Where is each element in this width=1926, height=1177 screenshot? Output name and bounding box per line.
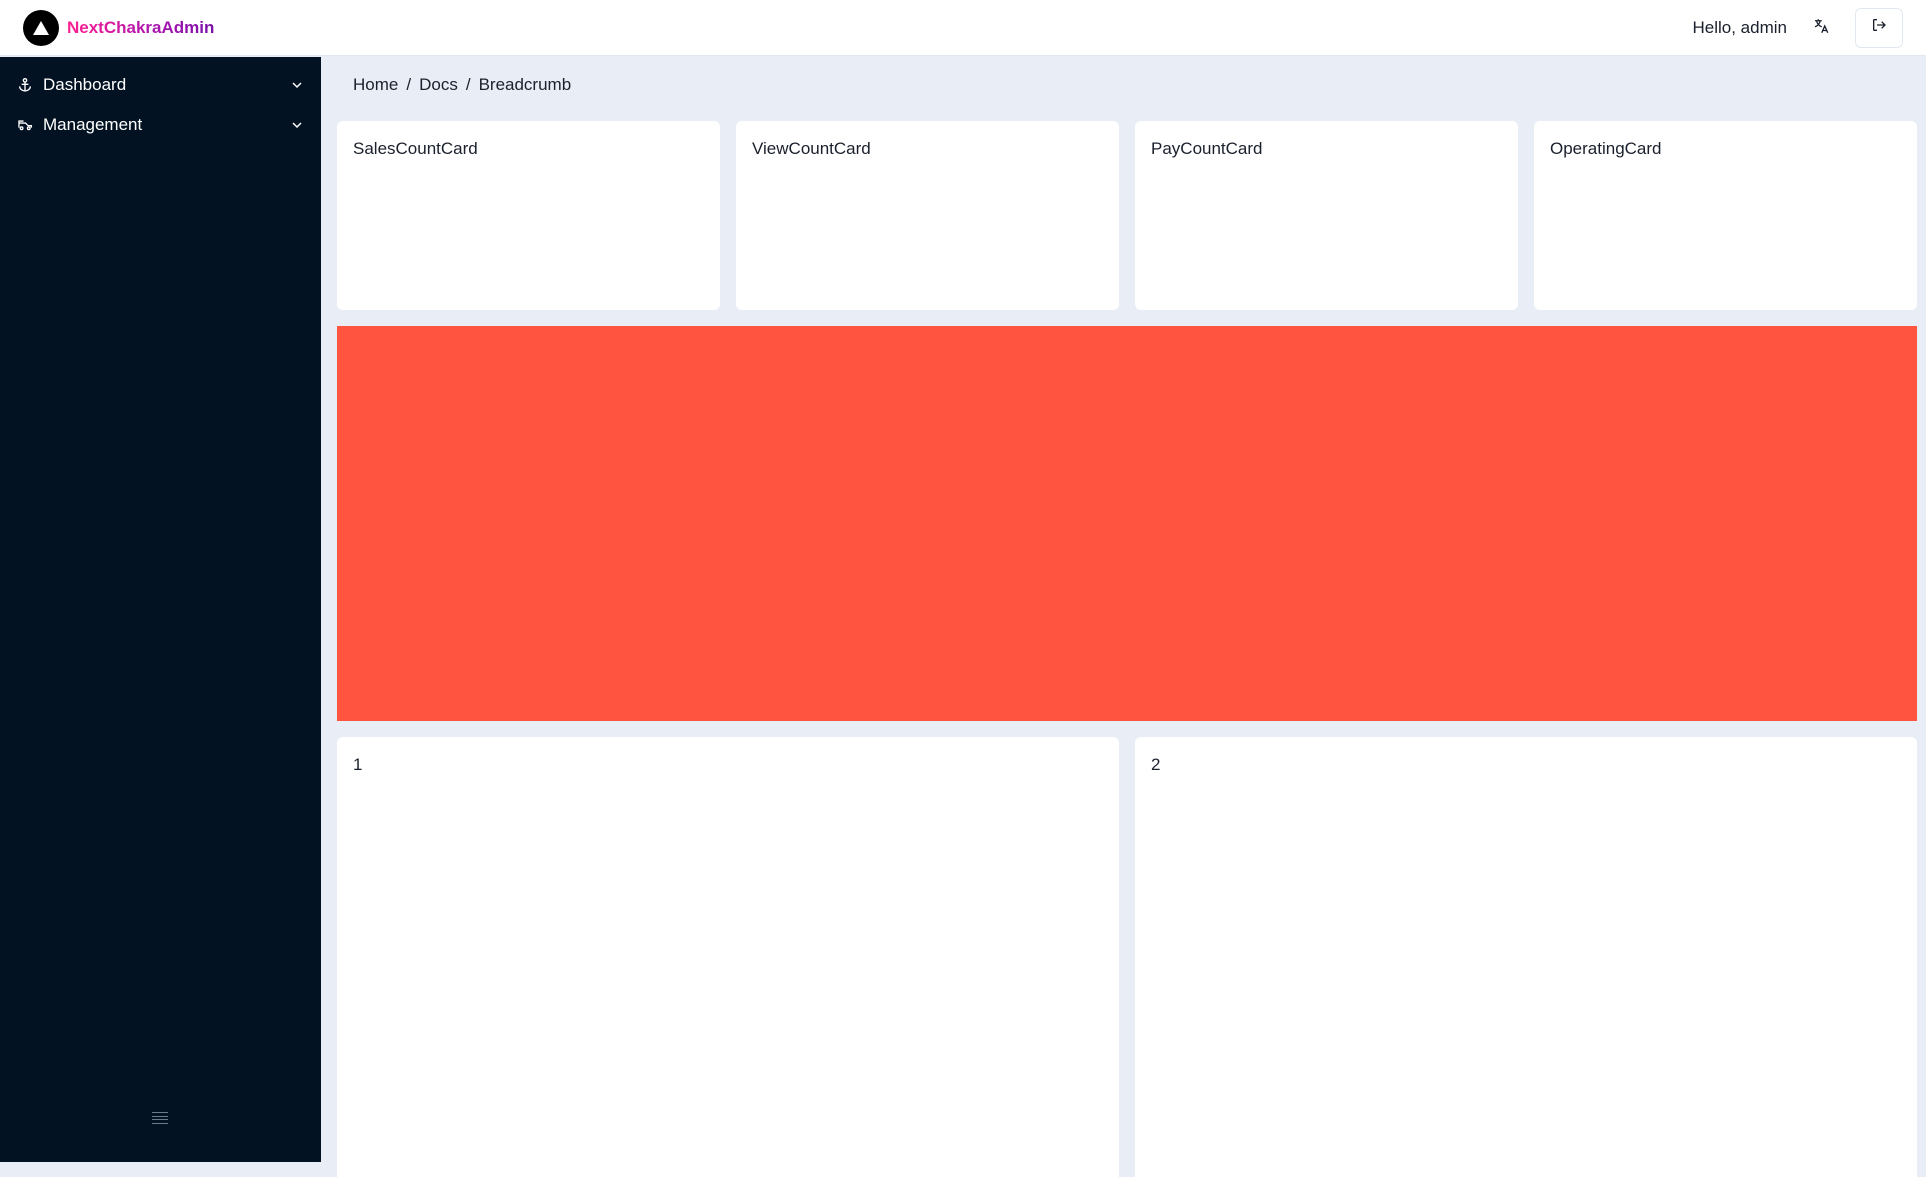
sidebar-item-dashboard[interactable]: Dashboard xyxy=(0,65,321,105)
sidebar-item-management[interactable]: Management xyxy=(0,105,321,145)
sales-count-card: SalesCountCard xyxy=(337,121,720,310)
view-count-card: ViewCountCard xyxy=(736,121,1119,310)
chevron-down-icon xyxy=(289,117,305,133)
top-bar: NextChakraAdmin Hello, admin xyxy=(0,0,1926,56)
user-greeting: Hello, admin xyxy=(1692,17,1788,37)
anchor-icon xyxy=(16,76,34,94)
sidebar-item-label: Management xyxy=(43,115,143,134)
breadcrumb-separator: / xyxy=(406,75,412,94)
brand-link[interactable]: NextChakraAdmin xyxy=(23,9,215,46)
breadcrumb-docs[interactable]: Docs xyxy=(419,75,458,95)
translate-icon xyxy=(1812,17,1830,39)
card-title: OperatingCard xyxy=(1550,139,1662,158)
sidebar-item-label: Dashboard xyxy=(43,75,127,94)
breadcrumb-separator: / xyxy=(465,75,471,94)
brand-name: NextChakraAdmin xyxy=(67,17,215,37)
panel-1: 1 xyxy=(337,737,1119,1177)
triangle-logo-icon xyxy=(23,9,59,46)
logout-button[interactable] xyxy=(1855,7,1903,48)
top-right-actions: Hello, admin xyxy=(1692,7,1903,48)
card-title: PayCountCard xyxy=(1151,139,1263,158)
panel-2: 2 xyxy=(1135,737,1917,1177)
breadcrumb: Home / Docs / Breadcrumb xyxy=(353,75,571,95)
breadcrumb-home[interactable]: Home xyxy=(353,75,398,95)
language-button[interactable] xyxy=(1807,14,1835,42)
sidebar: Dashboard Management xyxy=(0,57,321,1162)
logout-icon xyxy=(1871,17,1887,38)
panel-title: 2 xyxy=(1151,755,1161,774)
menu-lines-icon xyxy=(152,1112,168,1113)
breadcrumb-current: Breadcrumb xyxy=(478,75,572,94)
card-title: ViewCountCard xyxy=(752,139,871,158)
car-icon xyxy=(16,116,34,134)
banner-block xyxy=(337,326,1917,721)
card-title: SalesCountCard xyxy=(353,139,478,158)
pay-count-card: PayCountCard xyxy=(1135,121,1518,310)
operating-card: OperatingCard xyxy=(1534,121,1917,310)
main-content: Home / Docs / Breadcrumb SalesCountCard … xyxy=(321,57,1926,1177)
sidebar-collapse-handle[interactable] xyxy=(150,1110,170,1126)
panel-title: 1 xyxy=(353,755,363,774)
chevron-down-icon xyxy=(289,77,305,93)
